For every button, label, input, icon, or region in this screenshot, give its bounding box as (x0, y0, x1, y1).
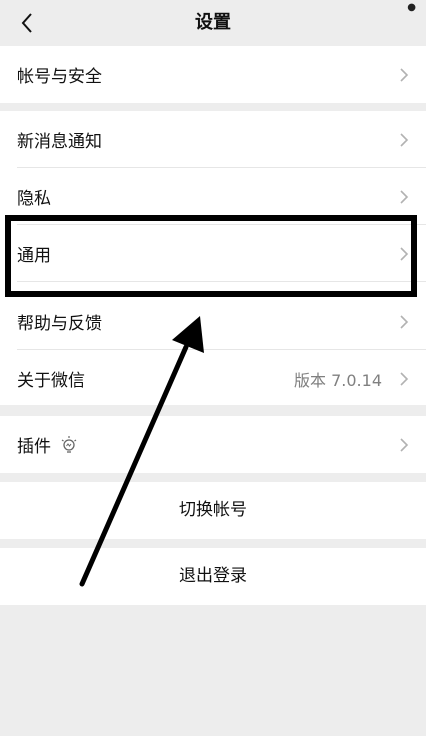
account-group: 帐号与安全 (0, 46, 426, 103)
row-label: 插件 (17, 437, 51, 457)
row-label: 帐号与安全 (17, 67, 102, 87)
chevron-right-icon (400, 189, 409, 204)
page-title: 设置 (195, 12, 231, 33)
row-plugins[interactable]: 插件 (0, 416, 426, 473)
chevron-right-icon (400, 67, 409, 82)
more-dot-icon[interactable]: ● (407, 2, 416, 13)
row-account-security[interactable]: 帐号与安全 (0, 46, 426, 103)
main-settings-group: 新消息通知 隐私 通用 帮助与反馈 关于微信 版本 7.0.14 (0, 111, 426, 405)
row-label: 新消息通知 (17, 132, 102, 152)
version-value: 版本 7.0.14 (294, 370, 382, 390)
plugins-group: 插件 (0, 416, 426, 473)
row-about-wechat[interactable]: 关于微信 版本 7.0.14 (0, 350, 426, 407)
row-new-message-notification[interactable]: 新消息通知 (0, 111, 426, 168)
row-privacy[interactable]: 隐私 (0, 168, 426, 225)
row-help-feedback[interactable]: 帮助与反馈 (0, 293, 426, 350)
row-label: 通用 (17, 246, 51, 266)
row-label: 关于微信 (17, 371, 85, 391)
row-label: 隐私 (17, 189, 51, 209)
logout-button[interactable]: 退出登录 (0, 548, 426, 605)
row-general[interactable]: 通用 (0, 225, 426, 282)
chevron-right-icon (400, 314, 409, 329)
row-label: 帮助与反馈 (17, 314, 102, 334)
divider (17, 281, 426, 282)
chevron-right-icon (400, 132, 409, 147)
switch-account-button[interactable]: 切换帐号 (0, 482, 426, 539)
chevron-right-icon (400, 371, 409, 386)
chevron-right-icon (400, 246, 409, 261)
chevron-right-icon (400, 437, 409, 452)
plugin-bulb-icon (61, 435, 77, 453)
navigation-bar: 设置 ● (0, 0, 426, 46)
